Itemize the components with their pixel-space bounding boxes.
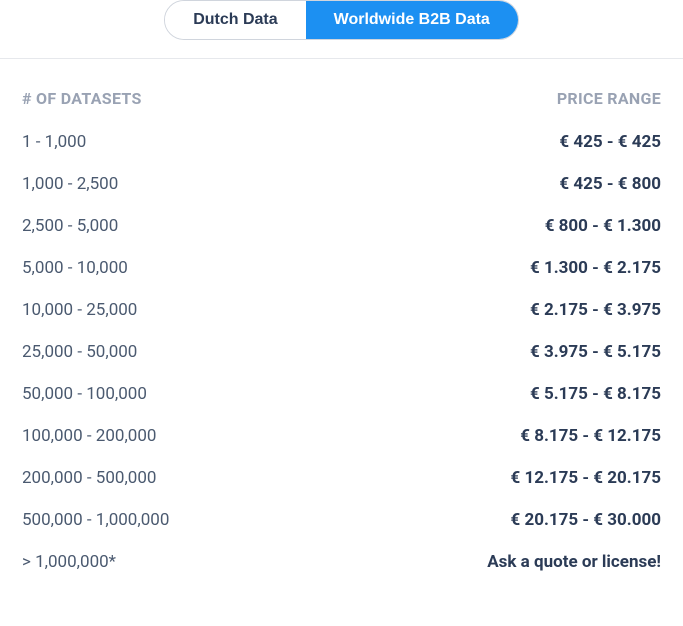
table-row: 2,500 - 5,000 € 800 - € 1.300 xyxy=(22,216,661,236)
price-cell: € 5.175 - € 8.175 xyxy=(530,384,661,404)
dataset-cell: 5,000 - 10,000 xyxy=(22,258,128,278)
pricing-table: # OF DATASETS PRICE RANGE 1 - 1,000 € 425… xyxy=(0,59,683,608)
table-row: 10,000 - 25,000 € 2.175 - € 3.975 xyxy=(22,300,661,320)
table-row: 50,000 - 100,000 € 5.175 - € 8.175 xyxy=(22,384,661,404)
table-row: 25,000 - 50,000 € 3.975 - € 5.175 xyxy=(22,342,661,362)
price-cell: € 2.175 - € 3.975 xyxy=(530,300,661,320)
price-cell: € 1.300 - € 2.175 xyxy=(530,258,661,278)
dataset-cell: 1,000 - 2,500 xyxy=(22,174,118,194)
tab-dutch-data[interactable]: Dutch Data xyxy=(165,1,305,39)
table-row: > 1,000,000* Ask a quote or license! xyxy=(22,552,661,572)
dataset-cell: 2,500 - 5,000 xyxy=(22,216,118,236)
header-price: PRICE RANGE xyxy=(557,89,661,108)
tab-pill: Dutch Data Worldwide B2B Data xyxy=(164,0,519,40)
tab-worldwide-b2b[interactable]: Worldwide B2B Data xyxy=(306,1,518,39)
table-header: # OF DATASETS PRICE RANGE xyxy=(22,89,661,108)
table-row: 5,000 - 10,000 € 1.300 - € 2.175 xyxy=(22,258,661,278)
price-cell: € 20.175 - € 30.000 xyxy=(510,510,661,530)
price-cell: Ask a quote or license! xyxy=(487,552,661,572)
price-cell: € 800 - € 1.300 xyxy=(545,216,661,236)
price-cell: € 425 - € 800 xyxy=(559,174,661,194)
dataset-cell: 25,000 - 50,000 xyxy=(22,342,137,362)
table-row: 1,000 - 2,500 € 425 - € 800 xyxy=(22,174,661,194)
dataset-cell: 10,000 - 25,000 xyxy=(22,300,137,320)
price-cell: € 8.175 - € 12.175 xyxy=(520,426,661,446)
table-row: 200,000 - 500,000 € 12.175 - € 20.175 xyxy=(22,468,661,488)
price-cell: € 12.175 - € 20.175 xyxy=(510,468,661,488)
dataset-cell: > 1,000,000* xyxy=(22,552,116,572)
table-row: 500,000 - 1,000,000 € 20.175 - € 30.000 xyxy=(22,510,661,530)
header-datasets: # OF DATASETS xyxy=(22,89,142,108)
table-row: 1 - 1,000 € 425 - € 425 xyxy=(22,132,661,152)
table-row: 100,000 - 200,000 € 8.175 - € 12.175 xyxy=(22,426,661,446)
price-cell: € 425 - € 425 xyxy=(559,132,661,152)
price-cell: € 3.975 - € 5.175 xyxy=(530,342,661,362)
table-body: 1 - 1,000 € 425 - € 425 1,000 - 2,500 € 425… xyxy=(22,132,661,572)
dataset-cell: 500,000 - 1,000,000 xyxy=(22,510,169,530)
dataset-cell: 200,000 - 500,000 xyxy=(22,468,156,488)
dataset-cell: 50,000 - 100,000 xyxy=(22,384,147,404)
dataset-cell: 100,000 - 200,000 xyxy=(22,426,156,446)
dataset-cell: 1 - 1,000 xyxy=(22,132,86,152)
tab-container: Dutch Data Worldwide B2B Data xyxy=(0,0,683,58)
